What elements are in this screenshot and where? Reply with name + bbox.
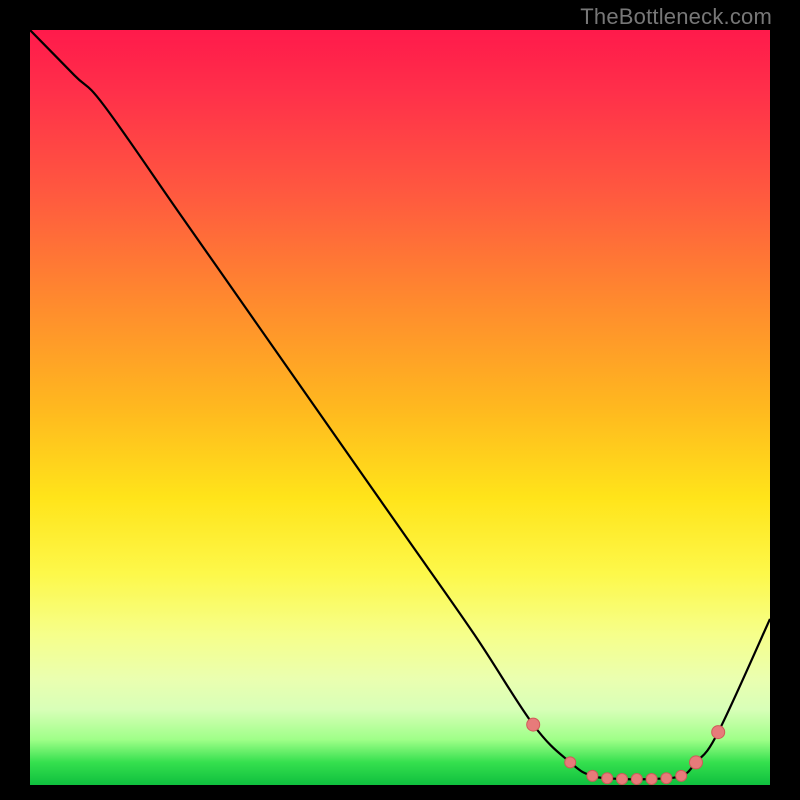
curve-marker [712, 726, 725, 739]
curve-marker [565, 757, 576, 768]
curve-marker [602, 773, 613, 784]
curve-marker [587, 770, 598, 781]
curve-marker [661, 773, 672, 784]
curve-marker [631, 774, 642, 785]
bottleneck-curve-svg [30, 30, 770, 785]
watermark-text: TheBottleneck.com [580, 4, 772, 30]
curve-marker [527, 718, 540, 731]
curve-marker [617, 774, 628, 785]
chart-area [30, 30, 770, 785]
curve-marker [690, 756, 703, 769]
curve-marker [646, 774, 657, 785]
bottleneck-curve-path [30, 30, 770, 779]
curve-marker [676, 770, 687, 781]
